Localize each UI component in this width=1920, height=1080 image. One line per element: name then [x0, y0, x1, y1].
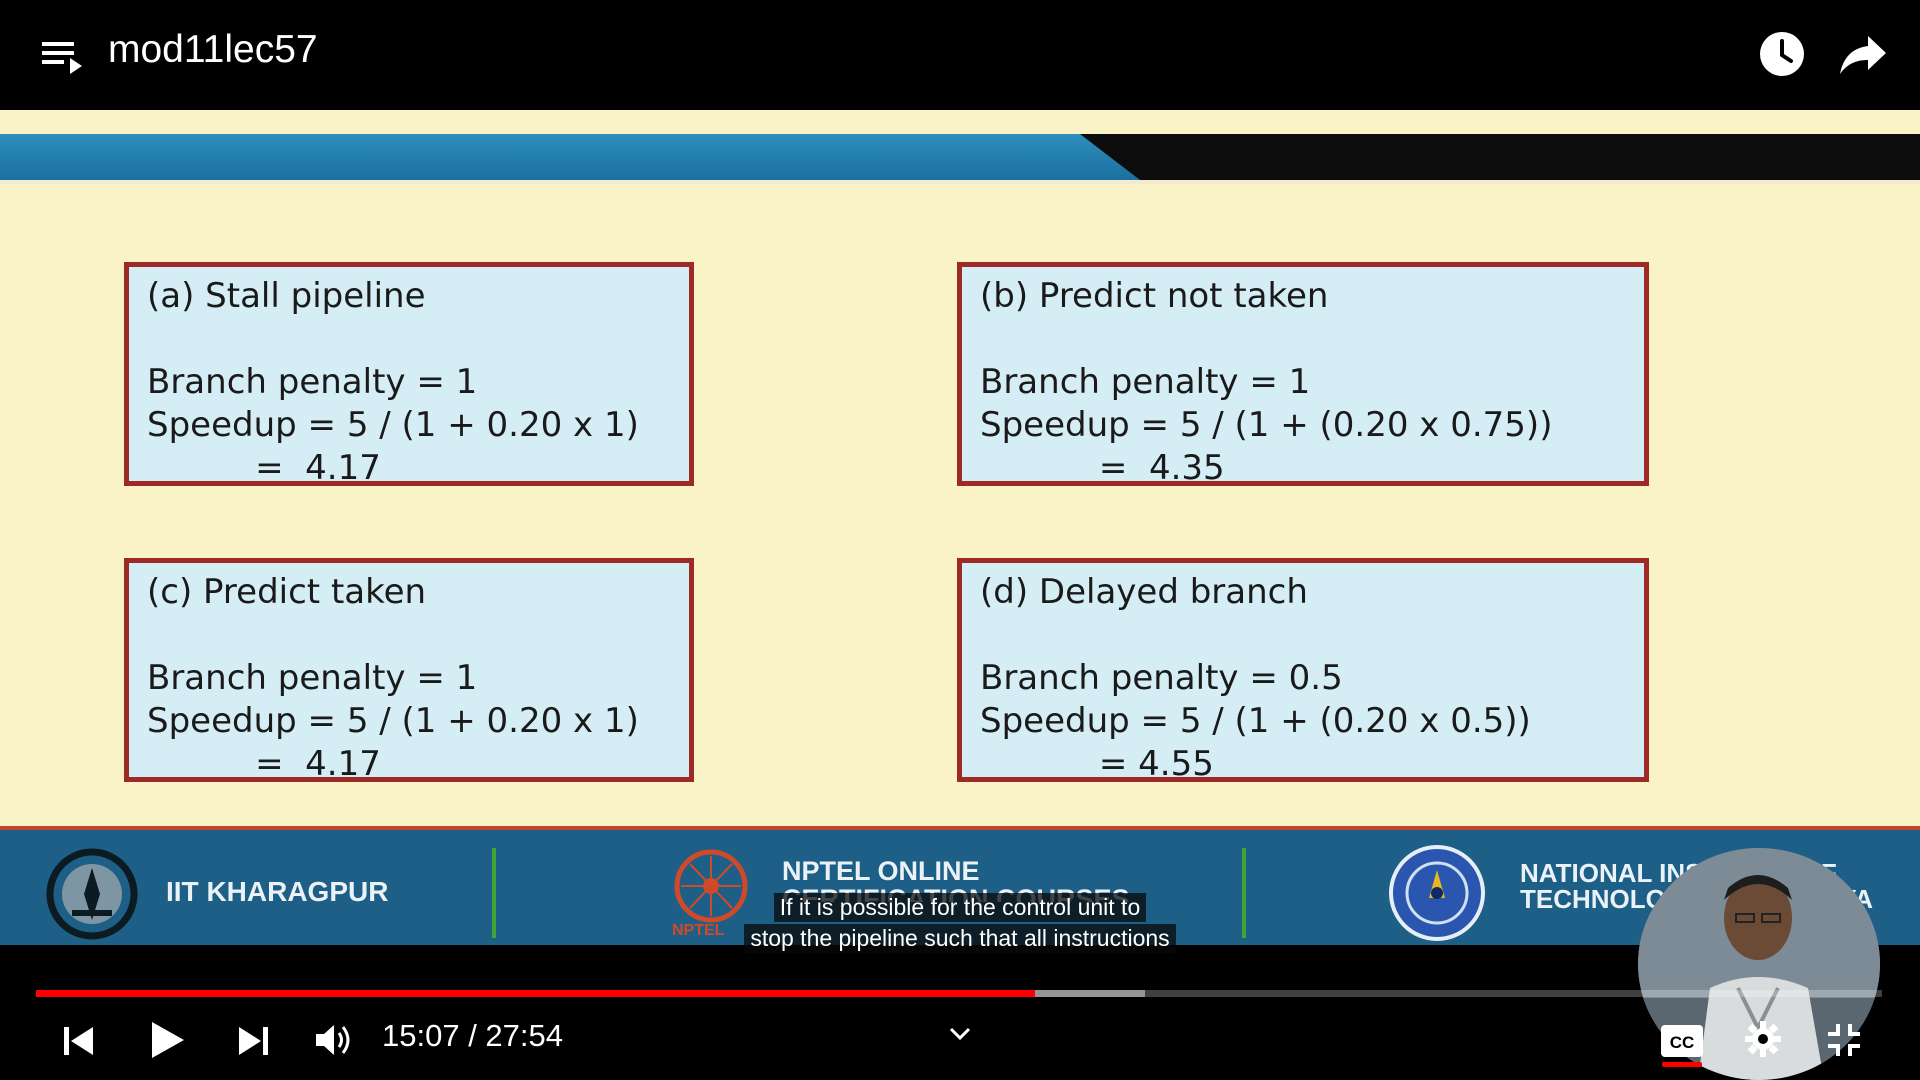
card-penalty: Branch penalty = 1 [147, 362, 478, 402]
slide-header-divider [0, 180, 1920, 184]
card-penalty: Branch penalty = 1 [147, 658, 478, 698]
progress-bar[interactable] [36, 990, 1882, 997]
time-display: 15:07 / 27:54 [382, 1018, 563, 1053]
card-delayed-branch: (d) Delayed branch Branch penalty = 0.5 … [957, 558, 1649, 784]
footer-nptel-title: NPTEL ONLINE [782, 856, 980, 886]
top-bar: mod11lec57 [0, 0, 1920, 110]
volume-icon[interactable] [314, 1022, 356, 1058]
card-penalty: Branch penalty = 0.5 [980, 658, 1343, 698]
lecture-slide: (a) Stall pipeline Branch penalty = 1 Sp… [0, 110, 1920, 945]
card-result: = 4.55 [980, 744, 1214, 784]
share-icon[interactable] [1838, 32, 1888, 76]
caption-line-2: stop the pipeline such that all instruct… [744, 924, 1176, 953]
card-stall-pipeline: (a) Stall pipeline Branch penalty = 1 Sp… [124, 262, 694, 488]
exit-fullscreen-icon[interactable] [1826, 1022, 1862, 1058]
playlist-icon[interactable] [40, 38, 84, 78]
card-result: = 4.35 [980, 448, 1225, 488]
slide-header-accent [0, 134, 1140, 180]
closed-captions-icon[interactable]: CC [1660, 1024, 1704, 1058]
card-heading: (d) Delayed branch [980, 572, 1308, 612]
card-heading: (c) Predict taken [147, 572, 427, 612]
progress-played [36, 990, 1035, 997]
card-result: = 4.17 [147, 744, 381, 784]
card-speedup: Speedup = 5 / (1 + 0.20 x 1) [147, 701, 639, 741]
watch-later-icon[interactable] [1758, 30, 1806, 78]
card-predict-taken: (c) Predict taken Branch penalty = 1 Spe… [124, 558, 694, 784]
settings-gear-icon[interactable] [1744, 1020, 1782, 1058]
video-title: mod11lec57 [108, 28, 318, 71]
previous-icon[interactable] [62, 1024, 96, 1058]
caption-line-1: If it is possible for the control unit t… [773, 893, 1147, 922]
svg-text:CC: CC [1670, 1033, 1695, 1052]
card-speedup: Speedup = 5 / (1 + (0.20 x 0.5)) [980, 701, 1531, 741]
captions-overlay: If it is possible for the control unit t… [0, 893, 1920, 955]
chevron-down-icon[interactable] [948, 1026, 972, 1042]
next-icon[interactable] [236, 1024, 270, 1058]
play-icon[interactable] [148, 1020, 186, 1060]
card-speedup: Speedup = 5 / (1 + 0.20 x 1) [147, 405, 639, 445]
card-result: = 4.17 [147, 448, 381, 488]
card-penalty: Branch penalty = 1 [980, 362, 1311, 402]
card-heading: (a) Stall pipeline [147, 276, 426, 316]
card-heading: (b) Predict not taken [980, 276, 1329, 316]
captions-active-indicator [1662, 1062, 1702, 1067]
card-speedup: Speedup = 5 / (1 + (0.20 x 0.75)) [980, 405, 1553, 445]
card-predict-not-taken: (b) Predict not taken Branch penalty = 1… [957, 262, 1649, 488]
